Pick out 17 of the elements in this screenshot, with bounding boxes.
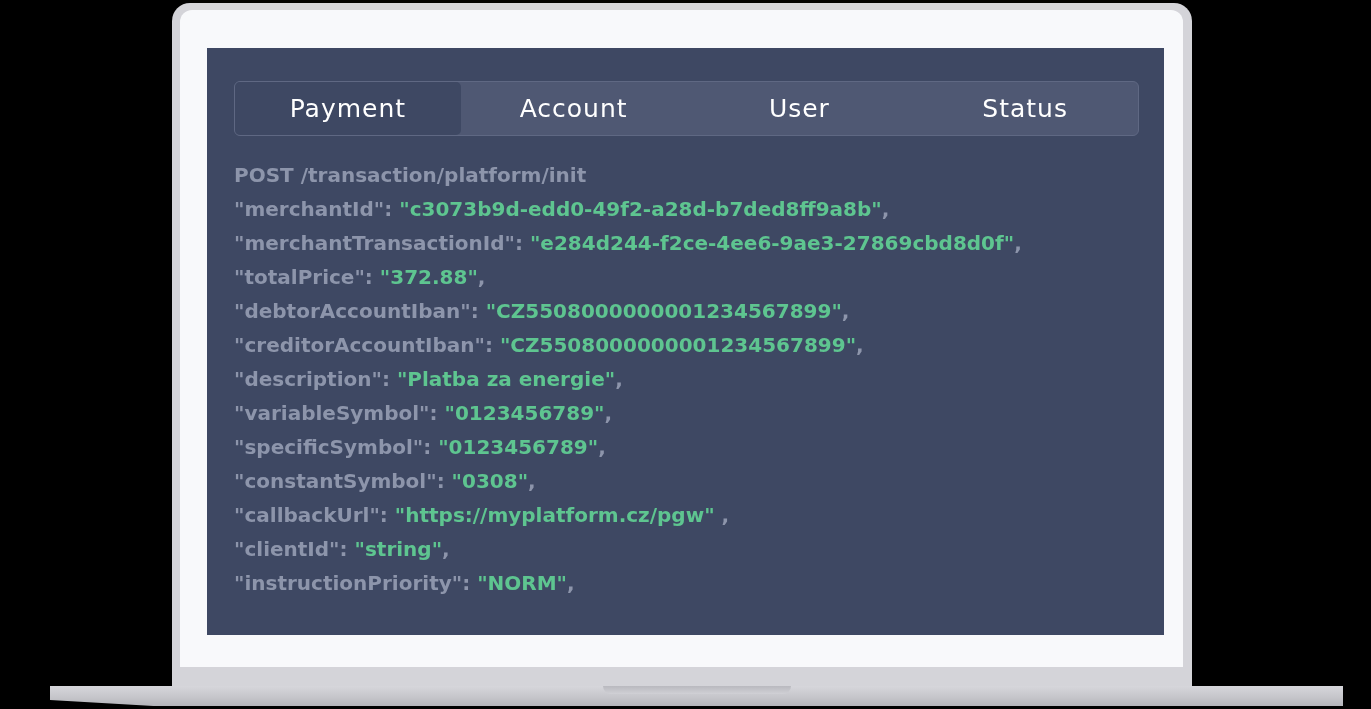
code-line: "instructionPriority": "NORM",	[234, 570, 576, 597]
tab[interactable]: Account	[460, 82, 687, 135]
code-line: "clientId": "string",	[234, 536, 451, 563]
code-line: "debtorAccountIban": "CZ5508000000001234567899",	[234, 298, 851, 325]
code-line: "totalPrice": "372.88",	[234, 264, 487, 291]
code-line: "creditorAccountIban": "CZ5508000000001234567899",	[234, 332, 865, 359]
tab[interactable]: Status	[912, 82, 1138, 135]
code-line: "variableSymbol": "0123456789",	[234, 400, 614, 427]
code-line: "merchantId": "c3073b9d-edd0-49f2-a28d-b7ded8ff9a8b",	[234, 196, 891, 223]
code-line: "description": "Platba za energie",	[234, 366, 624, 393]
code-line: "specificSymbol": "0123456789",	[234, 434, 607, 461]
code-line: "callbackUrl": "https://myplatform.cz/pgw" ,	[234, 502, 731, 529]
tab[interactable]: Payment	[235, 82, 461, 135]
tab[interactable]: User	[686, 82, 913, 135]
code-line: "constantSymbol": "0308",	[234, 468, 537, 495]
code-line: "merchantTransactionId": "e284d244-f2ce-4ee6-9ae3-27869cbd8d0f",	[234, 230, 1023, 257]
code-line: POST /transaction/platform/init	[234, 162, 588, 189]
